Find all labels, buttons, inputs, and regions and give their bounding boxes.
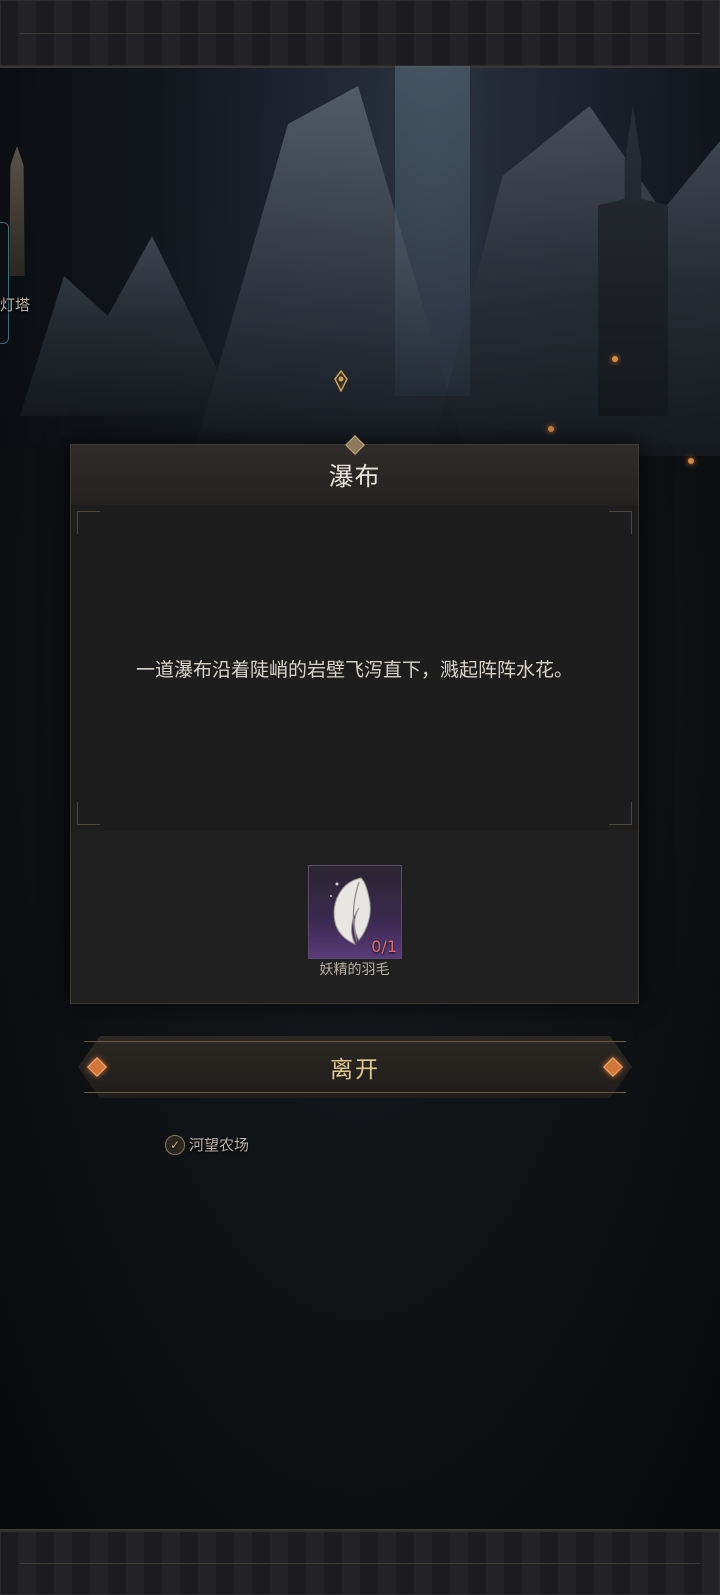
mountain-left: [20, 236, 240, 416]
location-dialog: 瀑布 一道瀑布沿着陡峭的岩壁飞泻直下，溅起阵阵水花。 0/1 妖精的羽毛: [70, 435, 639, 1004]
lighthouse-art: [9, 146, 25, 276]
map-label-lighthouse[interactable]: 灯塔: [0, 294, 30, 315]
leave-button-label: 离开: [330, 1057, 380, 1083]
window-light: [548, 426, 554, 432]
lighthouse-marker-bracket: [0, 222, 9, 344]
item-count: 0/1: [371, 937, 397, 956]
dialog-header: 瀑布: [71, 435, 638, 506]
window-light: [688, 458, 694, 464]
corner-ornament: [77, 802, 100, 825]
location-pin-icon: [334, 369, 348, 393]
corner-ornament: [609, 802, 632, 825]
corner-ornament: [609, 511, 632, 534]
map-pin-icon[interactable]: [333, 369, 349, 393]
dialog-description: 一道瀑布沿着陡峭的岩壁飞泻直下，溅起阵阵水花。: [135, 658, 573, 681]
mountain-right: [430, 106, 720, 456]
leave-button[interactable]: 离开: [78, 1036, 632, 1098]
farm-label-text: 河望农场: [189, 1136, 250, 1154]
window-light: [612, 356, 618, 362]
dialog-body: 一道瀑布沿着陡峭的岩壁飞泻直下，溅起阵阵水花。: [71, 505, 638, 832]
map-label-farm[interactable]: ✓ 河望农场: [165, 1134, 249, 1155]
dialog-reward-area: 0/1 妖精的羽毛: [71, 831, 638, 1003]
waterfall-art: [395, 66, 470, 396]
corner-ornament: [77, 511, 100, 534]
top-frame: [0, 0, 720, 68]
game-screen: 灯塔 ✓ 河望农场 瀑布 一道瀑布沿着陡峭的岩壁飞泻直下，溅起阵阵水花。 0/1…: [0, 0, 720, 1595]
item-slot[interactable]: 0/1: [308, 865, 402, 959]
check-icon: ✓: [165, 1134, 185, 1155]
dialog-title: 瀑布: [328, 462, 381, 491]
item-name: 妖精的羽毛: [319, 962, 390, 978]
bottom-frame: [0, 1529, 720, 1595]
